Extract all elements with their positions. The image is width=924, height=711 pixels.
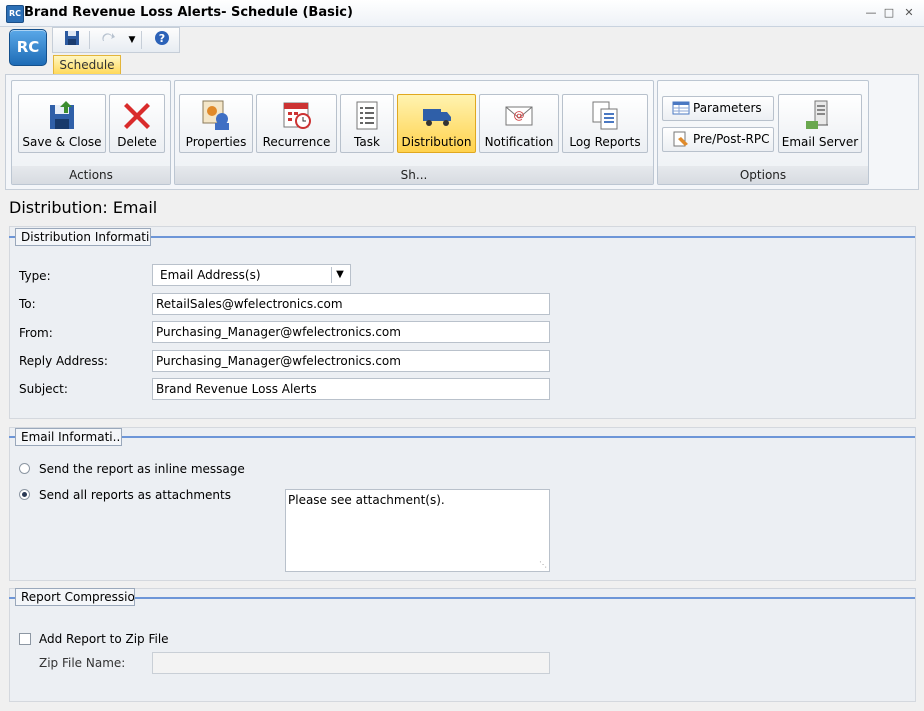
task-button[interactable]: Task [340,94,394,153]
app-logo-button[interactable]: RC [9,29,47,66]
group-label-actions: Actions [12,166,170,184]
inline-message-label[interactable]: Send the report as inline message [39,462,245,476]
resize-grip-icon[interactable]: ⋱ [539,561,547,569]
zip-file-checkbox[interactable] [19,633,31,645]
email-server-button[interactable]: Email Server [778,94,862,153]
group-label-options: Options [658,166,868,184]
distribution-button[interactable]: Distribution [397,94,476,153]
window-title: Brand Revenue Loss Alerts- Schedule (Bas… [24,5,353,20]
from-label: From: [19,326,53,340]
save-close-label: Save & Close [22,135,102,149]
chevron-down-icon[interactable]: ▼ [127,30,137,50]
toolbar-separator [141,31,142,49]
floppy-disk-icon [46,99,78,131]
task-label: Task [354,135,380,149]
message-textarea[interactable]: Please see attachment(s). ⋱ [285,489,550,572]
to-field[interactable]: RetailSales@wfelectronics.com [152,293,550,315]
parameters-label: Parameters [693,101,762,115]
group-label-schedule: Sh... [175,166,653,184]
log-reports-icon [589,99,621,131]
subject-field[interactable]: Brand Revenue Loss Alerts [152,378,550,400]
distribution-info-header[interactable]: Distribution Informati... [15,228,151,246]
reply-address-label: Reply Address: [19,354,108,368]
type-label: Type: [19,269,51,283]
recurrence-label: Recurrence [262,135,331,149]
save-icon[interactable] [61,30,83,50]
pre-post-rpc-icon [672,131,690,147]
properties-button[interactable]: Properties [179,94,253,153]
properties-label: Properties [185,135,247,149]
section-divider [9,436,915,438]
save-close-button[interactable]: Save & Close [18,94,106,153]
delete-x-icon [121,99,153,131]
distribution-label: Distribution [401,135,472,149]
svg-text:?: ? [159,32,165,45]
delete-button[interactable]: Delete [109,94,165,153]
compression-header[interactable]: Report Compression [15,588,135,606]
type-select[interactable]: Email Address(s) ▼ [152,264,351,286]
zip-file-name-field [152,652,550,674]
app-icon: RC [6,5,24,23]
help-icon[interactable]: ? [151,30,173,50]
inline-message-radio[interactable] [19,463,30,474]
subject-label: Subject: [19,382,68,396]
reply-address-field[interactable]: Purchasing_Manager@wfelectronics.com [152,350,550,372]
toolbar-separator [89,31,90,49]
message-text: Please see attachment(s). [288,493,445,507]
quick-access-toolbar: ▼ ? [52,27,180,53]
notification-button[interactable]: @ Notification [479,94,559,153]
server-icon [804,99,836,131]
pre-post-rpc-label: Pre/Post-RPC [693,132,770,146]
svg-text:@: @ [514,109,525,122]
email-icon: @ [503,99,535,131]
email-info-header[interactable]: Email Informati... [15,428,122,446]
close-icon[interactable]: ✕ [902,6,916,19]
email-server-label: Email Server [781,135,859,149]
zip-file-name-label: Zip File Name: [39,656,126,670]
pre-post-rpc-button[interactable]: Pre/Post-RPC [662,127,774,152]
chevron-down-icon[interactable]: ▼ [331,267,348,283]
parameters-button[interactable]: Parameters [662,96,774,121]
to-label: To: [19,297,36,311]
properties-icon [200,99,232,131]
attachments-label[interactable]: Send all reports as attachments [39,488,231,502]
task-list-icon [351,99,383,131]
section-divider [9,597,915,599]
notification-label: Notification [484,135,554,149]
page-title: Distribution: Email [9,198,158,217]
type-select-value: Email Address(s) [160,268,261,282]
calendar-clock-icon [281,99,313,131]
minimize-icon[interactable]: — [864,6,878,19]
delete-label: Delete [117,135,157,149]
from-field[interactable]: Purchasing_Manager@wfelectronics.com [152,321,550,343]
tab-schedule[interactable]: Schedule [53,55,121,75]
title-bar: RC Brand Revenue Loss Alerts- Schedule (… [0,0,924,27]
attachments-radio[interactable] [19,489,30,500]
log-reports-label: Log Reports [569,135,641,149]
delivery-truck-icon [421,99,453,131]
maximize-icon[interactable]: □ [882,6,896,19]
redo-icon[interactable] [97,30,119,50]
log-reports-button[interactable]: Log Reports [562,94,648,153]
zip-file-checkbox-label[interactable]: Add Report to Zip File [39,632,169,646]
recurrence-button[interactable]: Recurrence [256,94,337,153]
parameters-table-icon [672,100,690,116]
